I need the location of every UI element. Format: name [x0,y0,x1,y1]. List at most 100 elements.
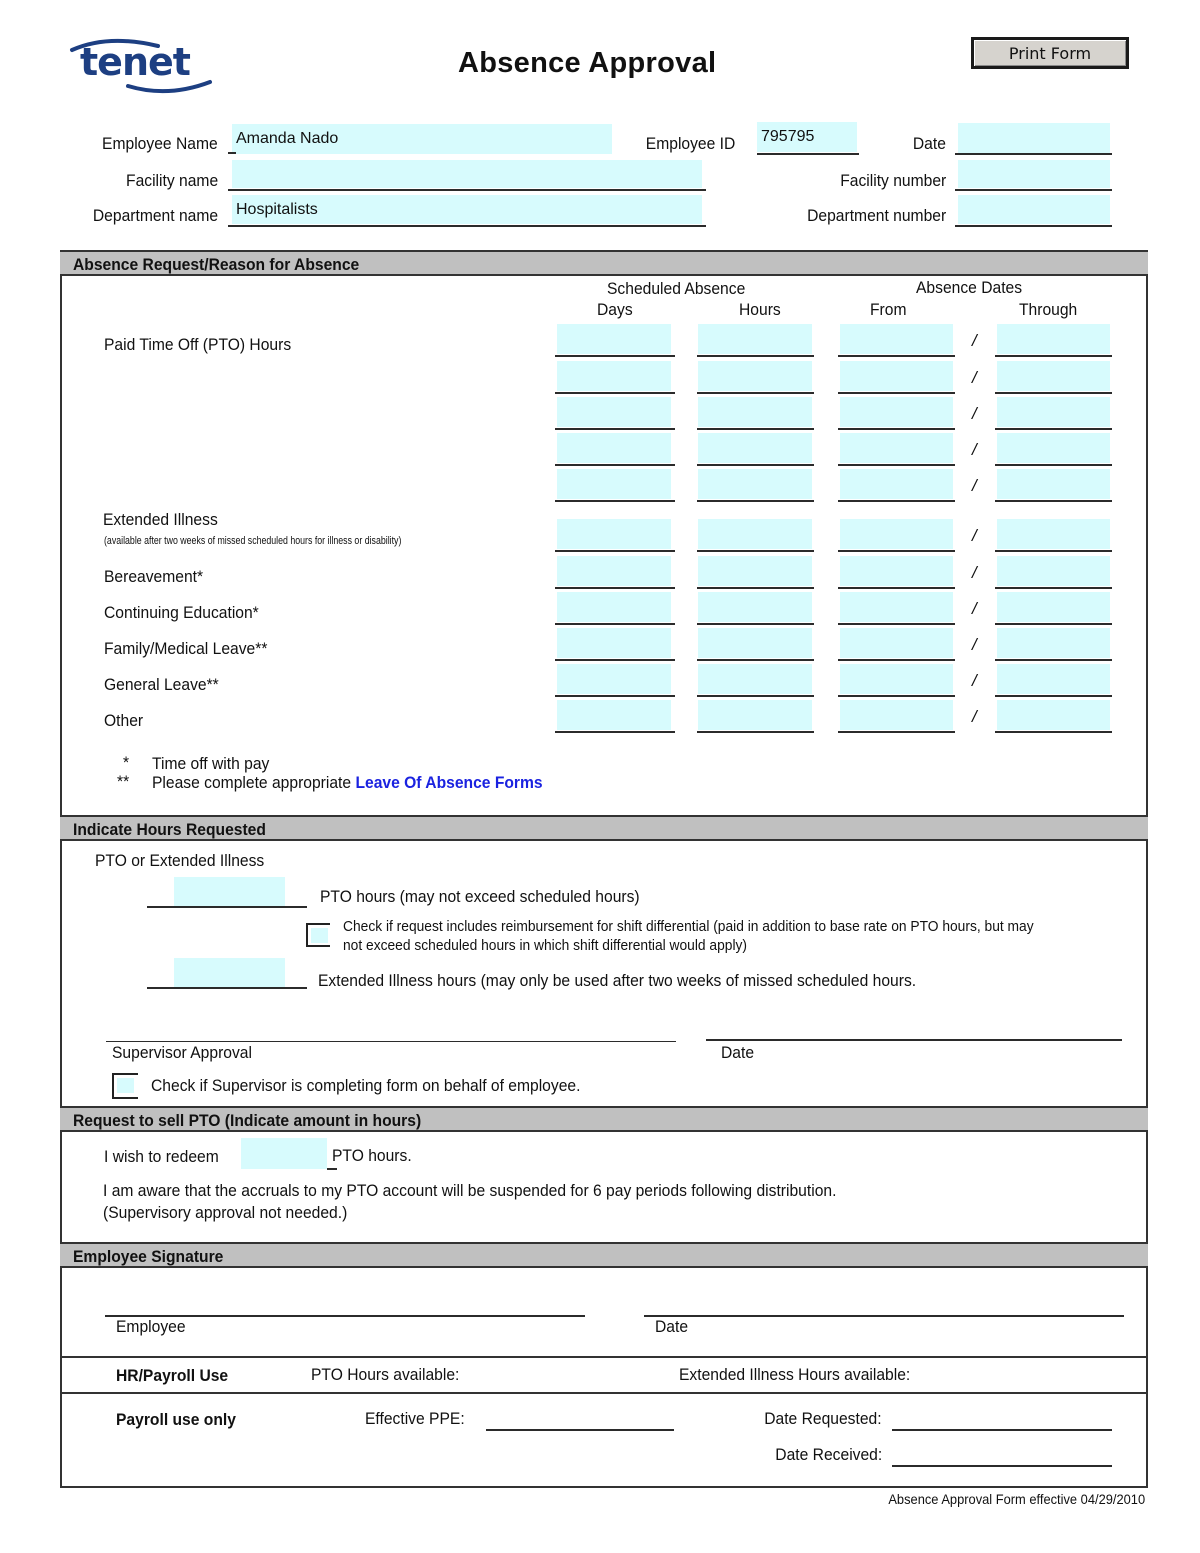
supervisor-approval-line[interactable] [106,1041,676,1042]
absence-hours-input[interactable] [698,433,812,463]
absence-days-input[interactable] [557,469,671,499]
pto-hours-input[interactable] [174,877,285,906]
department-name-input[interactable] [232,195,702,224]
absence-through-input[interactable] [997,397,1110,427]
department-name-label: Department name [92,206,218,225]
absence-days-input[interactable] [557,324,671,354]
absence-hours-input[interactable] [698,361,812,391]
date-requested-line[interactable] [892,1429,1112,1431]
department-number-input[interactable] [958,195,1110,224]
effective-ppe-line[interactable] [486,1429,674,1431]
supervisor-date-line[interactable] [706,1039,1122,1041]
employee-name-input[interactable] [232,124,612,154]
print-form-button[interactable]: Print Form [971,37,1129,69]
absence-through-input[interactable] [997,556,1110,586]
redeem-suffix: PTO hours. [332,1146,412,1165]
absence-from-input[interactable] [840,324,953,354]
absence-hours-input[interactable] [698,592,812,622]
page-title: Absence Approval [458,47,717,79]
absence-through-input[interactable] [997,628,1110,658]
absence-through-input[interactable] [997,433,1110,463]
absence-hours-input[interactable] [698,628,812,658]
absence-from-input[interactable] [840,700,953,730]
absence-days-input[interactable] [557,397,671,427]
absence-from-input[interactable] [840,664,953,694]
absence-from-input[interactable] [840,361,953,391]
employee-signature-label: Employee [116,1317,186,1336]
absence-days-input[interactable] [557,628,671,658]
absence-row-label: General Leave** [104,675,219,694]
effective-ppe-label: Effective PPE: [365,1409,465,1428]
employee-id-label: Employee ID [645,134,735,153]
absence-from-input[interactable] [840,592,953,622]
absence-days-input[interactable] [557,519,671,549]
employee-date-label: Date [655,1317,689,1336]
date-received-line[interactable] [892,1465,1112,1467]
date-input[interactable] [958,123,1110,153]
extended-illness-note: (available after two weeks of missed sch… [104,535,402,547]
pto-or-extended-label: PTO or Extended Illness [95,851,265,870]
supervisor-behalf-checkbox[interactable] [112,1073,138,1099]
employee-date-line[interactable] [644,1315,1124,1317]
absence-through-input[interactable] [997,361,1110,391]
absence-dates-header: Absence Dates [916,278,1023,297]
employee-name-label: Employee Name [102,134,218,153]
absence-section-header: Absence Request/Reason for Absence [60,250,1148,276]
extended-illness-hours-input[interactable] [174,958,285,987]
field-underline [555,392,675,394]
absence-through-input[interactable] [997,469,1110,499]
absence-from-input[interactable] [840,433,953,463]
absence-days-input[interactable] [557,433,671,463]
absence-days-input[interactable] [557,700,671,730]
absence-hours-input[interactable] [698,469,812,499]
redeem-hours-input[interactable] [241,1138,327,1169]
signature-section-title: Employee Signature [73,1247,224,1266]
footnote1-text: Time off with pay [152,754,270,773]
facility-name-input[interactable] [232,160,702,188]
field-underline [555,623,675,625]
shift-differential-checkbox[interactable] [306,923,330,947]
absence-from-input[interactable] [840,519,953,549]
facility-number-label: Facility number [839,171,946,190]
leave-of-absence-forms-link[interactable]: Leave Of Absence Forms [355,773,542,792]
footnote2-text: Please complete appropriate [152,773,356,792]
absence-hours-input[interactable] [698,664,812,694]
absence-from-input[interactable] [840,556,953,586]
absence-through-input[interactable] [997,700,1110,730]
absence-through-input[interactable] [997,324,1110,354]
absence-days-input[interactable] [557,361,671,391]
field-underline [995,731,1112,733]
facility-number-input[interactable] [958,160,1110,188]
absence-from-input[interactable] [840,397,953,427]
date-range-separator: / [972,526,977,545]
field-underline [995,695,1112,697]
supervisor-behalf-label: Check if Supervisor is completing form o… [151,1076,581,1095]
absence-hours-input[interactable] [698,519,812,549]
footnote2-mark: ** [117,772,130,791]
absence-from-input[interactable] [840,469,953,499]
employee-id-input[interactable] [757,122,857,152]
absence-from-input[interactable] [840,628,953,658]
date-range-separator: / [972,368,977,387]
absence-row-label: Other [104,711,144,730]
absence-row-label: Family/Medical Leave** [104,639,268,658]
date-range-separator: / [972,671,977,690]
field-underline [995,659,1112,661]
field-underline [995,550,1112,552]
absence-through-input[interactable] [997,519,1110,549]
absence-days-input[interactable] [557,592,671,622]
department-number-label: Department number [806,206,946,225]
date-range-separator: / [972,331,977,350]
absence-hours-input[interactable] [698,324,812,354]
absence-days-input[interactable] [557,556,671,586]
absence-days-input[interactable] [557,664,671,694]
absence-hours-input[interactable] [698,397,812,427]
field-underline [838,695,955,697]
absence-through-input[interactable] [997,592,1110,622]
extended-available-label: Extended Illness Hours available: [679,1365,911,1384]
absence-hours-input[interactable] [698,700,812,730]
field-underline [555,587,675,589]
field-underline [697,623,814,625]
absence-hours-input[interactable] [698,556,812,586]
absence-through-input[interactable] [997,664,1110,694]
